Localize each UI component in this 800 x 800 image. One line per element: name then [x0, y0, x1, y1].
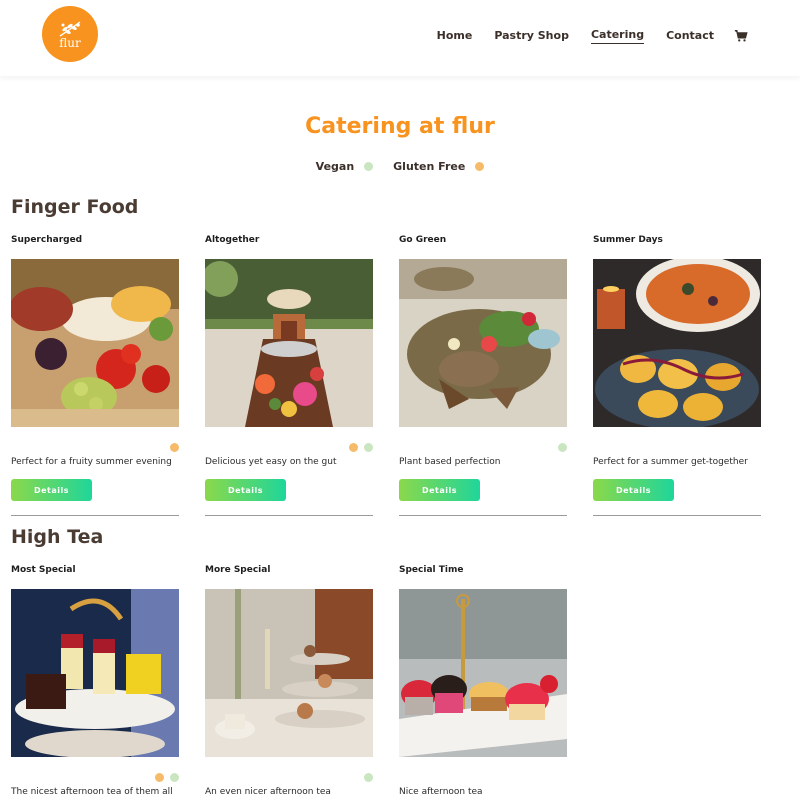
section-title-finger-food: Finger Food	[11, 196, 139, 218]
vegan-dot-icon	[364, 443, 373, 452]
vegan-platter-photo[interactable]	[399, 259, 567, 427]
gluten-free-dot-icon	[155, 773, 164, 782]
catering-card: Most Special The nicest afternoon tea of…	[11, 565, 179, 799]
vegan-dot-icon	[558, 443, 567, 452]
card-title: Summer Days	[593, 235, 663, 245]
diet-dots	[399, 443, 567, 455]
section-title-high-tea: High Tea	[11, 526, 104, 548]
card-title: More Special	[205, 565, 271, 575]
card-description: An even nicer afternoon tea	[205, 787, 331, 797]
card-title: Supercharged	[11, 235, 83, 245]
diet-dots	[205, 773, 373, 785]
tiered-tea-photo[interactable]	[205, 589, 373, 757]
details-button[interactable]: Details	[205, 479, 286, 501]
dessert-stand-photo[interactable]	[11, 589, 179, 757]
diet-legend: Vegan Gluten Free	[0, 160, 800, 173]
nav-pastry-shop[interactable]: Pastry Shop	[494, 29, 569, 44]
long-table-grazing-photo[interactable]	[205, 259, 373, 427]
card-title: Altogether	[205, 235, 260, 245]
charcuterie-board-photo[interactable]	[11, 259, 179, 427]
roasted-potatoes-photo[interactable]	[593, 259, 761, 427]
nav-home[interactable]: Home	[437, 29, 473, 44]
legend-gluten-free: Gluten Free	[393, 160, 485, 173]
catering-card: Altogether Delicious yet easy on the gut…	[205, 235, 373, 516]
cupcakes-tray-photo[interactable]	[399, 589, 567, 757]
details-button[interactable]: Details	[399, 479, 480, 501]
diet-dots	[11, 773, 179, 785]
card-description: The nicest afternoon tea of them all	[11, 787, 173, 797]
nav-catering[interactable]: Catering	[590, 28, 645, 44]
card-description: Plant based perfection	[399, 457, 501, 467]
catering-card: Go Green Plant based perfection Details	[399, 235, 567, 516]
page-title: Catering at flur	[305, 114, 495, 139]
diet-dots	[205, 443, 373, 455]
catering-card: Summer Days Perfect for a summer get-tog…	[593, 235, 761, 516]
card-description: Delicious yet easy on the gut	[205, 457, 337, 467]
divider	[399, 515, 567, 516]
nav-contact[interactable]: Contact	[666, 29, 714, 44]
catering-card: Supercharged Perfect for a fruity summer…	[11, 235, 179, 516]
flur-logo[interactable]: flur	[42, 6, 98, 62]
card-title: Go Green	[399, 235, 447, 245]
catering-card: Special Time Nice afternoon tea	[399, 565, 567, 799]
legend-vegan-label: Vegan	[315, 160, 355, 173]
divider	[205, 515, 373, 516]
card-title: Most Special	[11, 565, 76, 575]
card-title: Special Time	[399, 565, 464, 575]
divider	[11, 515, 179, 516]
diet-dots	[399, 773, 567, 785]
diet-dots	[593, 443, 761, 455]
gluten-free-dot-icon	[475, 162, 485, 171]
card-description: Nice afternoon tea	[399, 787, 483, 797]
card-description: Perfect for a fruity summer evening	[11, 457, 172, 467]
gluten-free-dot-icon	[349, 443, 358, 452]
site-header: flur Home Pastry Shop Catering Contact	[0, 0, 800, 76]
legend-vegan: Vegan	[316, 160, 374, 173]
vegan-dot-icon	[170, 773, 179, 782]
catering-card: More Special An even nicer afternoon tea	[205, 565, 373, 799]
details-button[interactable]: Details	[11, 479, 92, 501]
legend-gluten-free-label: Gluten Free	[393, 160, 466, 173]
divider	[593, 515, 761, 516]
details-button[interactable]: Details	[593, 479, 674, 501]
diet-dots	[11, 443, 179, 455]
vegan-dot-icon	[364, 773, 373, 782]
logo-text: flur	[59, 36, 81, 50]
vegan-dot-icon	[364, 162, 374, 171]
main-nav: Home Pastry Shop Catering Contact	[415, 28, 748, 44]
gluten-free-dot-icon	[170, 443, 179, 452]
shopping-cart-icon[interactable]	[734, 29, 748, 43]
card-description: Perfect for a summer get-together	[593, 457, 748, 467]
